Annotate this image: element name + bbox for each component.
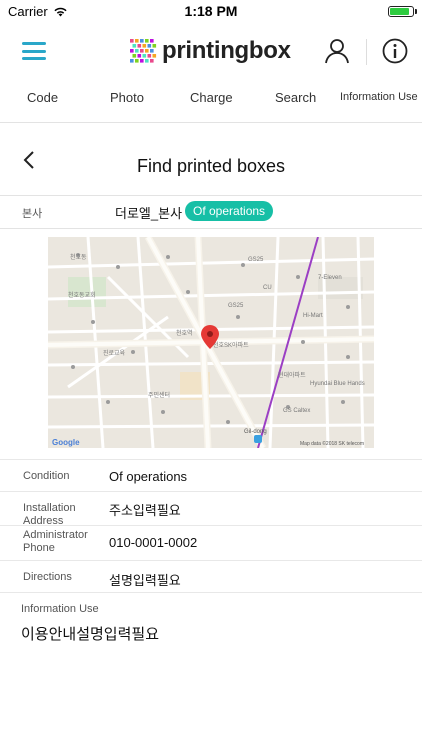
detail-label: Directions [23,571,72,583]
information-use-label: Information Use [21,603,99,615]
user-icon[interactable] [323,37,351,65]
map-label: 천호SK아파트 [213,341,249,349]
detail-row-condition: Condition Of operations [0,459,422,491]
info-icon[interactable] [381,37,409,65]
store-row: 본사 더로엘_본사 Of operations [0,196,422,228]
tab-charge[interactable]: Charge [190,90,233,105]
status-badge: Of operations [185,201,274,221]
detail-label: Administrator Phone [23,529,88,554]
map-label: Hi-Mart [303,313,323,319]
map-label: 7-Eleven [318,275,342,281]
detail-value: 010-0001-0002 [109,535,198,550]
information-use-text: 이용안내설명입력필요 [21,626,160,643]
hamburger-menu-icon[interactable] [22,42,46,60]
information-use-section: Information Use 이용안내설명입력필요 [0,592,422,743]
station-label: Gil-dong [244,429,267,435]
map-view[interactable]: 천호동 천호역 GS25 진로교육 GS25 7-Eleven 천호SK아파트 … [48,237,374,448]
map-label: Hyundai Blue Hands [310,381,365,387]
google-logo: Google [52,438,80,447]
map-canvas: 천호동 천호역 GS25 진로교육 GS25 7-Eleven 천호SK아파트 … [48,237,374,448]
header-divider [366,39,367,65]
map-section: 천호동 천호역 GS25 진로교육 GS25 7-Eleven 천호SK아파트 … [0,229,422,459]
map-label: 천호역 [176,329,193,337]
detail-row-installation-address: Installation Address 주소입력필요 [0,491,422,527]
map-label: GS25 [248,257,264,263]
logo-text: printingbox [162,37,291,64]
logo-cube-icon [130,39,157,63]
detail-value: 설명입력필요 [109,573,181,588]
carrier-label: Carrier [8,3,48,19]
map-label: 진로교육 [103,349,126,357]
map-label: GS Caltex [283,408,310,414]
tab-code[interactable]: Code [27,90,58,105]
map-attribution: Map data ©2018 SK telecom [300,440,364,447]
store-label: 본사 [22,208,43,220]
battery-icon [388,5,417,17]
status-bar: Carrier 1:18 PM [0,0,422,22]
detail-label: Condition [23,470,70,482]
map-label: GS25 [228,303,244,309]
app-logo: printingbox [128,36,291,66]
detail-row-directions: Directions 설명입력필요 [0,560,422,592]
tab-information-use[interactable]: Information Use [340,91,418,103]
battery-level [390,7,409,15]
detail-row-administrator-phone: Administrator Phone 010-0001-0002 [0,525,422,560]
store-name: 더로엘_본사 [115,206,183,221]
wifi-icon [54,7,67,16]
detail-value: Of operations [109,469,188,484]
map-label: CU [263,285,272,291]
map-label: 천호동교회 [68,291,96,299]
status-left: Carrier [8,4,68,19]
status-right [388,5,417,17]
map-label: 천호동 [70,253,87,261]
page-title: Find printed boxes [136,156,286,176]
subway-station-icon [254,435,262,443]
map-label: 주민센터 [148,391,170,399]
tab-bar: Code Photo Charge Search Information Use [0,80,422,122]
map-label: 현대아파트 [278,371,306,379]
page-header: Find printed boxes [0,123,422,195]
app-header: printingbox [0,22,422,80]
detail-value: 주소입력필요 [109,503,181,518]
tab-search[interactable]: Search [275,90,316,105]
tab-photo[interactable]: Photo [110,90,144,105]
